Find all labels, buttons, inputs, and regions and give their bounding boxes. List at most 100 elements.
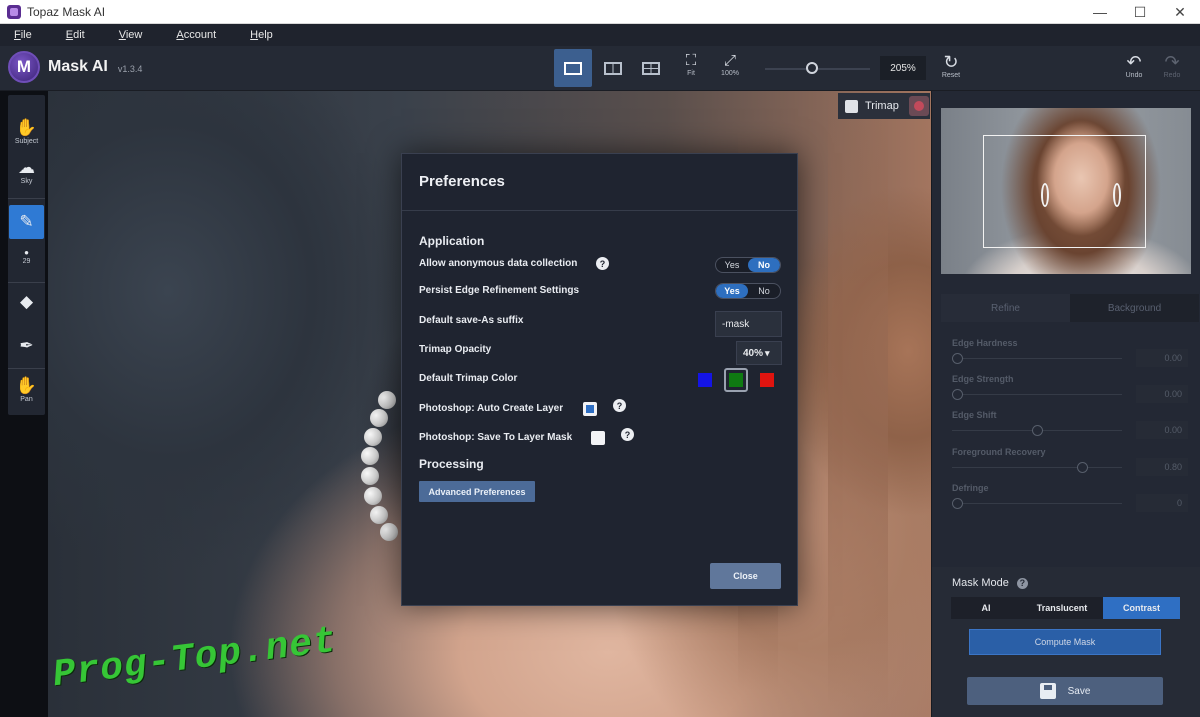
mask-mode-contrast[interactable]: Contrast <box>1103 597 1180 619</box>
edge-hardness-label: Edge Hardness <box>952 338 1018 348</box>
application-heading: Application <box>419 234 485 248</box>
edge-hardness-track[interactable] <box>952 358 1122 359</box>
menu-edit[interactable]: Edit <box>66 29 85 41</box>
brush-gear-icon: ✎ <box>19 212 34 231</box>
trimap-label: Trimap <box>865 100 899 112</box>
chevron-down-icon: ▾ <box>765 347 770 358</box>
defringe-param: Defringe 0 <box>952 483 1188 512</box>
edge-shift-value[interactable]: 0.00 <box>1136 421 1188 439</box>
edge-strength-slider[interactable] <box>952 389 963 400</box>
foreground-recovery-slider[interactable] <box>1077 462 1088 473</box>
mask-ai-logo-icon: M <box>8 51 40 83</box>
anon-yes-option[interactable]: Yes <box>716 258 748 272</box>
ps-mask-help-icon[interactable]: ? <box>621 428 634 441</box>
trimap-color-icon[interactable] <box>908 96 929 116</box>
redo-label: Redo <box>1163 72 1181 79</box>
advanced-preferences-button[interactable]: Advanced Preferences <box>419 481 535 502</box>
trimap-opacity-label: Trimap Opacity <box>419 344 492 355</box>
save-button[interactable]: Save <box>967 677 1163 705</box>
trimap-checkbox[interactable] <box>845 99 858 113</box>
cloud-icon: ☁ <box>18 158 35 177</box>
persist-edge-toggle[interactable]: Yes No <box>715 283 781 299</box>
color-blue-swatch[interactable] <box>698 373 712 387</box>
color-green-fill <box>729 373 743 387</box>
close-button[interactable]: Close <box>710 563 781 589</box>
brush-dot-icon: ● <box>24 248 29 257</box>
navigator-thumbnail[interactable] <box>941 108 1191 274</box>
anon-data-label: Allow anonymous data collection <box>419 258 578 269</box>
defringe-slider[interactable] <box>952 498 963 509</box>
mask-mode-title: Mask Mode <box>952 577 1009 589</box>
trimap-opacity-select[interactable]: 40% ▾ <box>736 341 782 365</box>
mask-mode-ai[interactable]: AI <box>951 597 1021 619</box>
zoom-slider-thumb[interactable] <box>806 62 818 74</box>
earring-pearl <box>361 447 379 465</box>
minimize-button[interactable]: — <box>1080 0 1120 24</box>
persist-no-option[interactable]: No <box>748 284 780 298</box>
ps-auto-layer-label: Photoshop: Auto Create Layer <box>419 403 564 414</box>
redo-icon: ↷ <box>1164 52 1180 72</box>
trimap-toggle[interactable]: Trimap <box>838 93 930 119</box>
edge-strength-track[interactable] <box>952 394 1122 395</box>
eyedropper-tool[interactable]: ✒ <box>8 336 45 356</box>
edge-strength-value[interactable]: 0.00 <box>1136 385 1188 403</box>
anon-data-toggle[interactable]: Yes No <box>715 257 781 273</box>
suffix-input[interactable]: -mask <box>715 311 782 337</box>
navigator-viewport-frame[interactable] <box>983 135 1146 248</box>
mask-mode-translucent[interactable]: Translucent <box>1021 597 1103 619</box>
defringe-value[interactable]: 0 <box>1136 494 1188 512</box>
menu-view[interactable]: View <box>119 29 143 41</box>
split-view-button[interactable] <box>594 49 632 87</box>
foreground-recovery-value[interactable]: 0.80 <box>1136 458 1188 476</box>
menu-account[interactable]: Account <box>176 29 216 41</box>
ps-save-mask-label: Photoshop: Save To Layer Mask <box>419 432 573 443</box>
compute-mask-button[interactable]: Compute Mask <box>969 629 1161 655</box>
fill-tool[interactable]: ◆ <box>8 292 45 312</box>
window-controls: — ☐ ✕ <box>1080 0 1200 24</box>
earring-pearl <box>364 428 382 446</box>
reset-button[interactable]: ↻ Reset <box>936 52 966 79</box>
fit-button[interactable]: ⛶ Fit <box>675 52 707 77</box>
reset-label: Reset <box>941 72 961 79</box>
menu-bar: File Edit View Account Help <box>0 24 1200 46</box>
edge-shift-slider[interactable] <box>1032 425 1043 436</box>
menu-file[interactable]: File <box>14 29 32 41</box>
defringe-track[interactable] <box>952 503 1122 504</box>
tab-refine[interactable]: Refine <box>941 294 1070 322</box>
close-window-button[interactable]: ✕ <box>1160 0 1200 24</box>
persist-yes-option[interactable]: Yes <box>716 284 748 298</box>
maximize-button[interactable]: ☐ <box>1120 0 1160 24</box>
edge-hardness-value[interactable]: 0.00 <box>1136 349 1188 367</box>
ps-layer-help-icon[interactable]: ? <box>613 399 626 412</box>
earring-pearl <box>380 523 398 541</box>
edge-shift-label: Edge Shift <box>952 410 997 420</box>
watermark-text: Prog-Top.net <box>50 619 340 698</box>
pan-tool[interactable]: ✋ Pan <box>8 376 45 403</box>
split-view-icon <box>604 61 622 75</box>
divider <box>8 368 45 369</box>
redo-button[interactable]: ↷ Redo <box>1157 52 1187 79</box>
single-view-button[interactable] <box>554 49 592 87</box>
color-green-swatch[interactable] <box>724 368 748 392</box>
brush-settings-tool[interactable]: ✎ <box>9 205 44 239</box>
foreground-recovery-track[interactable] <box>952 467 1122 468</box>
anon-help-icon[interactable]: ? <box>596 257 609 270</box>
undo-button[interactable]: ↶ Undo <box>1119 52 1149 79</box>
sky-tool[interactable]: ☁ Sky <box>8 158 45 185</box>
ps-save-mask-checkbox[interactable] <box>591 431 605 445</box>
fit-icon: ⛶ <box>685 52 697 69</box>
ps-auto-layer-checkbox[interactable] <box>583 402 597 416</box>
menu-help[interactable]: Help <box>250 29 273 41</box>
zoom-value-field[interactable]: 205% <box>880 56 926 80</box>
subject-tool[interactable]: ✋ Subject <box>8 118 45 145</box>
side-by-side-view-button[interactable] <box>632 49 670 87</box>
refine-tabs: Refine Background <box>941 294 1199 322</box>
earring-pearl <box>364 487 382 505</box>
tab-background[interactable]: Background <box>1070 294 1199 322</box>
anon-no-option[interactable]: No <box>748 258 780 272</box>
color-red-swatch[interactable] <box>760 373 774 387</box>
help-icon[interactable]: ? <box>1016 577 1028 589</box>
brush-size-indicator[interactable]: ● 29 <box>8 248 45 265</box>
zoom-100-button[interactable]: ⤢ 100% <box>714 52 746 77</box>
edge-hardness-slider[interactable] <box>952 353 963 364</box>
